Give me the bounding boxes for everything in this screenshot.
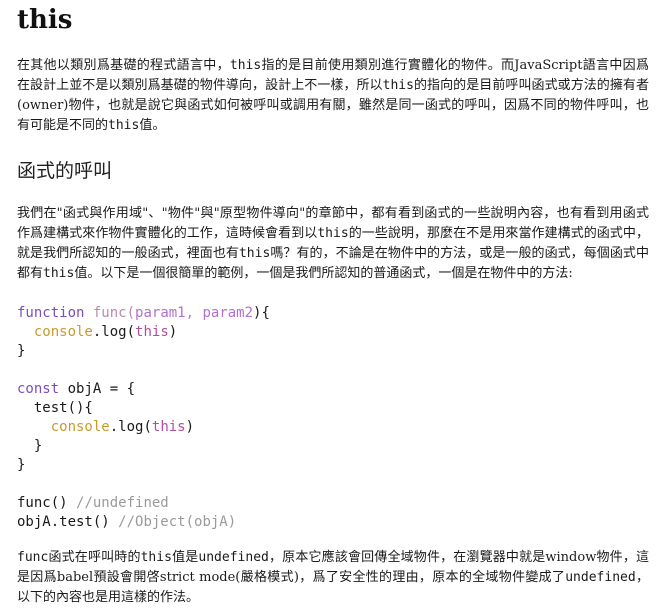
param: param2 — [202, 305, 254, 321]
inline-code-this: this — [108, 118, 140, 133]
method-call: .log( — [109, 419, 152, 435]
code-line-6: test(){ — [17, 400, 93, 416]
code-line-11: func() //undefined — [17, 495, 169, 511]
function-call-paragraph: 我們在"函式與作用域"、"物件"與"原型物件導向"的章節中，都有看到函式的一些說… — [17, 204, 649, 284]
keyword: const — [17, 381, 60, 397]
code-comment: //Object(objA) — [118, 514, 237, 530]
intro-paragraph: 在其他以類別爲基礎的程式語言中，this指的是目前使用類別進行實體化的物件。而J… — [17, 56, 649, 136]
intro-text-4: 值。 — [139, 118, 166, 133]
code-line-5: const objA = { — [17, 381, 135, 397]
code-comment: //undefined — [76, 495, 169, 511]
code-line-3: } — [17, 343, 26, 359]
inline-code-this: this — [229, 58, 262, 73]
page-title: this — [17, 5, 73, 35]
punctuation: , — [185, 305, 203, 321]
inline-code-func: func — [17, 550, 49, 565]
inline-code-this: this — [43, 266, 75, 281]
document-page: this 在其他以類別爲基礎的程式語言中，this指的是目前使用類別進行實體化的… — [0, 0, 665, 605]
punctuation: ){ — [253, 305, 270, 321]
code-line-9: } — [17, 457, 26, 473]
function-name: func — [92, 305, 127, 321]
punctuation: ( — [126, 305, 136, 321]
intro-text-1: 在其他以類別爲基礎的程式語言中， — [17, 58, 230, 73]
section-heading: 函式的呼叫 — [17, 160, 113, 182]
inline-code-this: this — [317, 226, 349, 241]
code-text: func() — [17, 495, 77, 511]
ex-text-1: 函式在呼叫時的 — [48, 550, 141, 565]
inline-code-undefined: undefined — [198, 550, 269, 565]
ex-text-2: 值是 — [171, 550, 199, 565]
inline-code-this: this — [382, 78, 414, 93]
inline-code-this: this — [140, 550, 172, 565]
console-object: console — [50, 419, 110, 435]
punctuation: ) — [168, 324, 178, 340]
keyword: function — [17, 305, 85, 321]
code-line-12: objA.test() //Object(objA) — [17, 514, 236, 530]
code-line-1: function func(param1, param2){ — [17, 305, 270, 321]
code-line-8: } — [17, 438, 43, 454]
this-keyword: this — [135, 324, 169, 340]
code-text: objA.test() — [17, 514, 119, 530]
method-call: .log( — [92, 324, 136, 340]
inline-code-this: this — [238, 246, 271, 261]
this-keyword: this — [151, 419, 186, 435]
punctuation: ) — [185, 419, 195, 435]
explanation-paragraph: func函式在呼叫時的this值是undefined，原本它應該會回傳全域物件，… — [17, 548, 649, 608]
code-block: function func(param1, param2){ console.l… — [17, 304, 649, 532]
console-object: console — [33, 324, 93, 340]
code-line-7: console.log(this) — [17, 419, 194, 435]
param: param1 — [135, 305, 186, 321]
code-line-2: console.log(this) — [17, 324, 177, 340]
fc-text-4: 值。以下是一個很簡單的範例，一個是我們所認知的普通函式，一個是在物件中的方法: — [74, 266, 573, 281]
code-text: objA = { — [59, 381, 136, 397]
inline-code-undefined: undefined — [565, 570, 636, 585]
